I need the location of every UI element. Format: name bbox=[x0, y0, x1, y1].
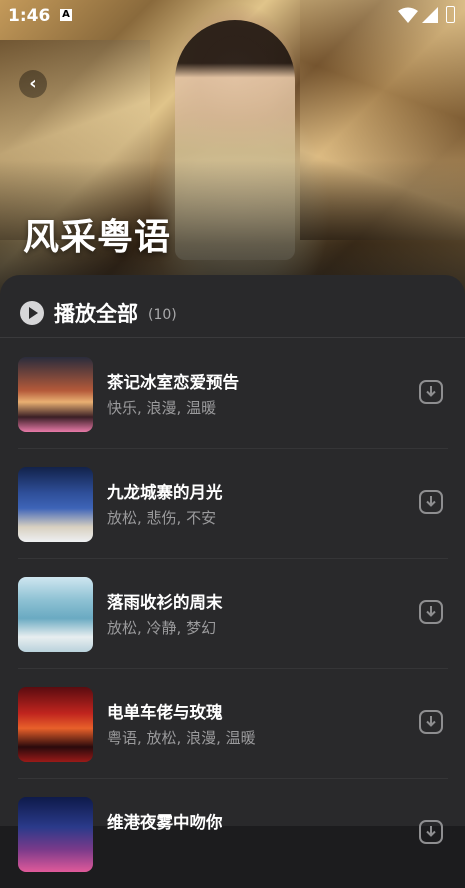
cover-art bbox=[18, 797, 93, 872]
song-title: 落雨收衫的周末 bbox=[107, 593, 223, 612]
row-separator bbox=[18, 558, 448, 559]
song-count: (10) bbox=[148, 307, 177, 323]
cover-art bbox=[18, 577, 93, 652]
notification-a-icon: A bbox=[60, 9, 72, 21]
row-separator bbox=[18, 668, 448, 669]
song-tags: 快乐, 浪漫, 温暖 bbox=[107, 399, 217, 417]
cover-art bbox=[18, 467, 93, 542]
song-title: 茶记冰室恋爱预告 bbox=[107, 373, 239, 392]
download-icon[interactable] bbox=[418, 709, 444, 735]
download-icon[interactable] bbox=[418, 819, 444, 845]
list-item[interactable]: 电单车佬与玫瑰 粤语, 放松, 浪漫, 温暖 bbox=[18, 668, 448, 778]
play-all-button[interactable]: 播放全部 (10) bbox=[20, 301, 177, 326]
cover-art bbox=[18, 687, 93, 762]
chevron-left-icon: ‹ bbox=[29, 73, 37, 94]
cover-art bbox=[18, 357, 93, 432]
download-icon[interactable] bbox=[418, 489, 444, 515]
download-icon[interactable] bbox=[418, 599, 444, 625]
download-icon[interactable] bbox=[418, 379, 444, 405]
list-item[interactable]: 茶记冰室恋爱预告 快乐, 浪漫, 温暖 bbox=[18, 338, 448, 448]
song-title: 九龙城寨的月光 bbox=[107, 483, 223, 502]
list-item[interactable]: 落雨收衫的周末 放松, 冷静, 梦幻 bbox=[18, 558, 448, 668]
song-tags: 放松, 冷静, 梦幻 bbox=[107, 619, 217, 637]
row-separator bbox=[18, 778, 448, 779]
row-separator bbox=[18, 448, 448, 449]
status-bar: 1:46 A bbox=[0, 0, 465, 32]
song-tags: 放松, 悲伤, 不安 bbox=[107, 509, 217, 527]
play-all-label: 播放全部 bbox=[54, 302, 138, 326]
signal-icon bbox=[422, 7, 438, 23]
battery-icon bbox=[446, 6, 455, 23]
song-title: 电单车佬与玫瑰 bbox=[107, 703, 223, 722]
play-icon bbox=[20, 301, 44, 325]
list-item[interactable]: 九龙城寨的月光 放松, 悲伤, 不安 bbox=[18, 448, 448, 558]
page-title: 风采粤语 bbox=[23, 217, 172, 258]
back-button[interactable]: ‹ bbox=[19, 70, 47, 98]
song-tags: 粤语, 放松, 浪漫, 温暖 bbox=[107, 729, 256, 747]
wifi-icon bbox=[398, 7, 418, 23]
song-title: 维港夜雾中吻你 bbox=[107, 813, 223, 832]
list-item[interactable]: 维港夜雾中吻你 bbox=[18, 778, 448, 888]
song-list-sheet: 播放全部 (10) 茶记冰室恋爱预告 快乐, 浪漫, 温暖 九龙城寨的月光 放松… bbox=[0, 275, 465, 872]
status-time: 1:46 bbox=[8, 6, 51, 26]
